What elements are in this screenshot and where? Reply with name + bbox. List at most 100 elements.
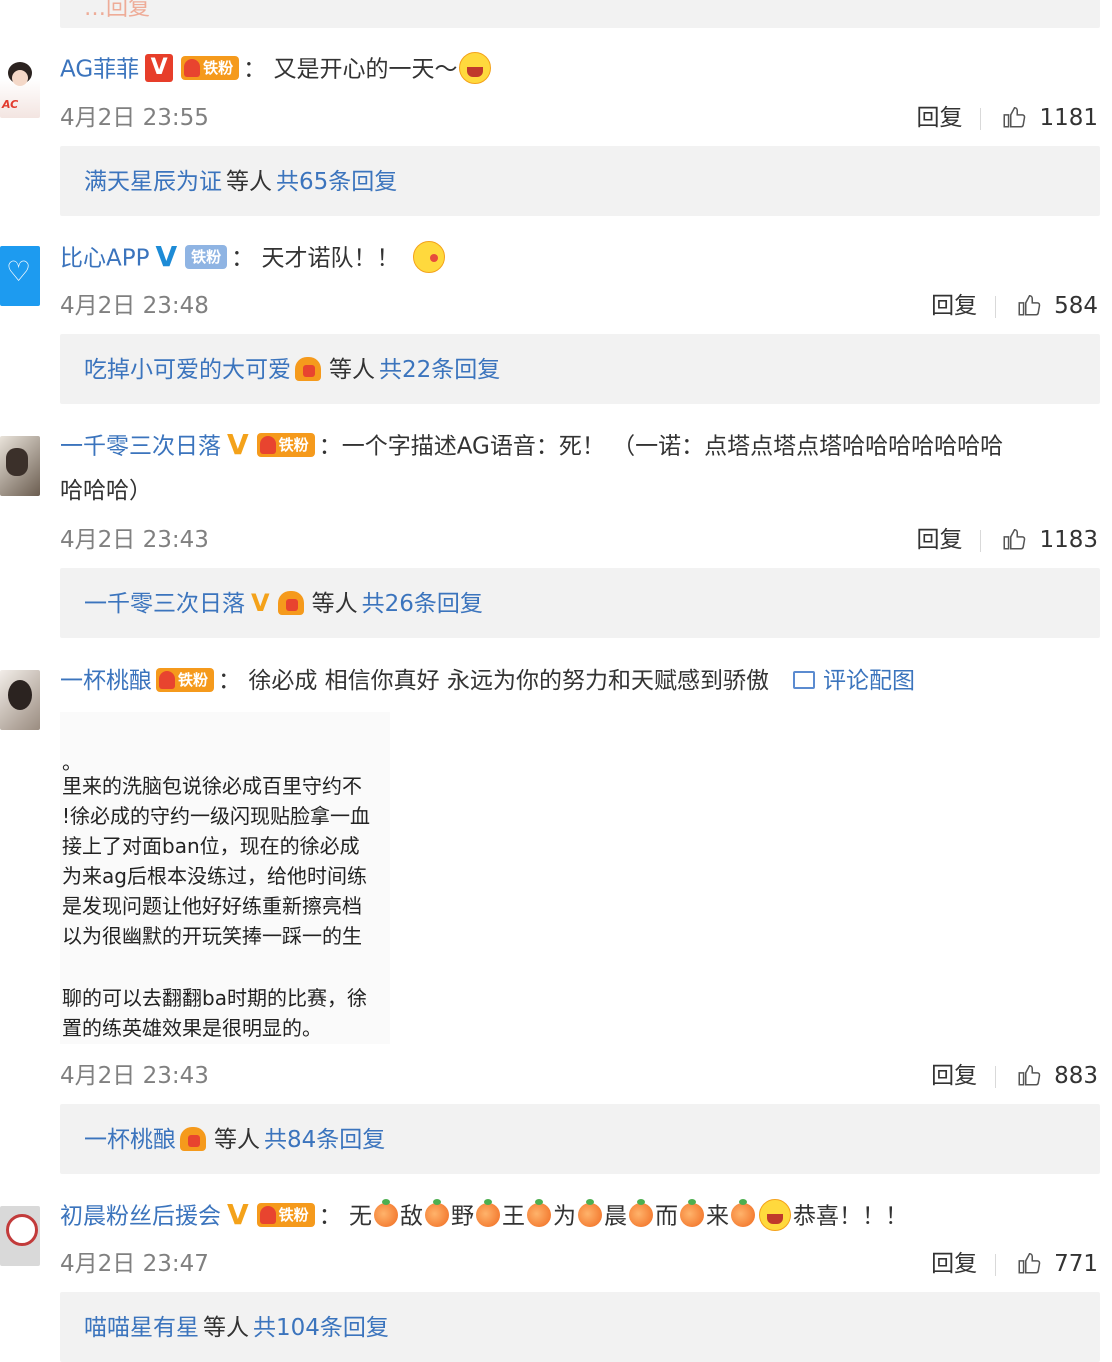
cheer-emoji-icon [459,52,492,84]
peach-emoji-icon [527,1199,551,1227]
thumbs-up-icon[interactable] [1001,526,1027,552]
image-text-line: 接上了对面ban位，现在的徐必成 [62,834,360,858]
replies-box[interactable]: 满天星辰为证 等人 共65条回复 [60,146,1100,216]
comment-line: 初晨粉丝后援会 V 铁粉： 无敌野王为晨而来恭喜！！！ [60,1198,908,1231]
image-text-line: 聊的可以去翻翻ba时期的比赛，徐 [62,986,367,1010]
reply-mid-text: 等人 [329,357,375,383]
username-link[interactable]: 一杯桃酿 [60,668,152,694]
picture-link-label: 评论配图 [822,668,915,694]
avatar[interactable]: ♡ [0,246,40,306]
comment-char: 野 [451,1203,474,1230]
reply-button[interactable]: 回复 [916,527,962,553]
avatar[interactable] [0,436,40,496]
comment-actions: 回复 1183 [916,520,1098,556]
thumbs-up-icon[interactable] [1016,292,1042,318]
peach-emoji-icon [476,1199,500,1227]
comment-char: 王 [502,1203,525,1230]
comment-actions: 回复 883 [931,1056,1098,1092]
comment-image[interactable]: 。 里来的洗脑包说徐必成百里守约不 !徐必成的守约一级闪现贴脸拿一血 接上了对面… [60,712,390,1044]
reply-button[interactable]: 回复 [931,1063,977,1089]
comment-char: 敌 [400,1203,423,1230]
comment-char: 无 [349,1203,372,1230]
peach-emoji-icon [425,1199,449,1227]
comment-line: 一千零三次日落 V 铁粉 ：一个字描述AG语音：死！ （一诺：点塔点塔点塔哈哈哈哈哈哈… [60,428,1004,461]
comment-text-tail: 恭喜！！！ [793,1203,908,1230]
fan-badge: 铁粉 [256,433,315,457]
thumbs-up-icon[interactable] [1016,1062,1042,1088]
comment-line: 比心APP V 铁粉： 天才诺队！！ [60,240,447,278]
image-text-line: 置的练英雄效果是很明显的。 [62,1016,322,1040]
comment-char: 来 [706,1203,729,1230]
reply-username[interactable]: 一千零三次日落 [84,591,245,617]
like-count: 883 [1054,1063,1098,1089]
reply-username[interactable]: 吃掉小可爱的大可爱 [84,357,291,383]
reply-mid-text: 等人 [311,591,358,617]
reply-mid-text: 等人 [203,1315,249,1341]
fan-badge: 铁粉 [185,245,228,269]
previous-replies-box[interactable]: …回复 [60,0,1100,28]
replies-box[interactable]: 一杯桃酿 等人 共84条回复 [60,1104,1100,1174]
replies-box[interactable]: 喵喵星有星 等人 共104条回复 [60,1292,1100,1362]
verified-badge: V [145,54,174,82]
comment-picture-link[interactable]: 评论配图 [792,668,915,694]
peach-emoji-icon [680,1199,704,1227]
cheer-emoji-icon [759,1199,791,1231]
peach-emoji-icon [578,1199,602,1227]
avatar[interactable] [0,670,40,730]
verified-badge: V [227,1198,249,1231]
thumbs-up-icon[interactable] [1016,1250,1042,1276]
username-link[interactable]: 一千零三次日落 [60,434,221,460]
reply-username[interactable]: 满天星辰为证 [84,169,222,195]
reply-button[interactable]: 回复 [916,105,962,131]
timestamp: 4月2日 23:43 [60,1063,209,1089]
image-text-line: 是发现问题让他好好练重新擦亮档 [62,894,362,918]
like-count: 771 [1054,1251,1098,1277]
comment-text: 一个字描述AG语音：死！ （一诺：点塔点塔点塔哈哈哈哈哈哈哈 [341,433,1004,460]
comment-text: 又是开心的一天～ [273,56,458,83]
avatar[interactable]: AC [0,58,40,118]
replies-box[interactable]: 一千零三次日落 V 等人 共26条回复 [60,568,1100,638]
previous-replies-fragment: …回复 [84,0,151,21]
picture-icon [792,670,815,689]
reply-mid-text: 等人 [214,1127,260,1153]
comment-char: 为 [553,1203,576,1230]
reply-count-link[interactable]: 共22条回复 [379,357,500,383]
fan-badge: 铁粉 [181,56,240,80]
reply-count-link[interactable]: 共84条回复 [264,1127,385,1153]
comment-actions: 回复 584 [931,286,1098,322]
timestamp: 4月2日 23:47 [60,1251,209,1277]
timestamp: 4月2日 23:48 [60,293,209,319]
comment-text-continued: 哈哈哈） [60,478,152,504]
comment-actions: 回复 1181 [916,98,1098,134]
reply-count-link[interactable]: 共65条回复 [276,169,397,195]
image-text-line: 为来ag后根本没练过，给他时间练 [62,864,367,888]
peach-emoji-icon [731,1199,755,1227]
like-count: 584 [1054,293,1098,319]
username-link[interactable]: 比心APP [60,246,149,272]
username-link[interactable]: 初晨粉丝后援会 [60,1204,221,1230]
verified-badge: V [251,588,270,617]
comment-text: 天才诺队！！ [261,245,400,272]
reply-username[interactable]: 一杯桃酿 [84,1127,176,1153]
reply-count-link[interactable]: 共104条回复 [253,1315,389,1341]
comment-line: 一杯桃酿 铁粉： 徐必成 相信你真好 永远为你的努力和天赋感到骄傲 评论配图 [60,667,915,694]
fan-badge: 铁粉 [156,667,215,692]
reply-count-link[interactable]: 共26条回复 [362,591,483,617]
fan-crown-icon [180,1126,206,1151]
username-link[interactable]: AG菲菲 [60,57,139,83]
avatar[interactable] [0,1206,40,1266]
comment-char: 晨 [604,1203,627,1230]
thumbs-up-icon[interactable] [1001,104,1027,130]
like-count: 1183 [1039,527,1098,553]
reply-mid-text: 等人 [226,169,272,195]
comment-text: 徐必成 相信你真好 永远为你的努力和天赋感到骄傲 [248,668,769,694]
timestamp: 4月2日 23:55 [60,105,209,131]
reply-username[interactable]: 喵喵星有星 [84,1315,199,1341]
reply-button[interactable]: 回复 [931,293,977,319]
image-text-line: 里来的洗脑包说徐必成百里守约不 [62,774,362,798]
fan-badge: 铁粉 [256,1203,315,1227]
peach-emoji-icon [629,1199,653,1227]
replies-box[interactable]: 吃掉小可爱的大可爱 等人 共22条回复 [60,334,1100,404]
reply-button[interactable]: 回复 [931,1251,977,1277]
timestamp: 4月2日 23:43 [60,527,209,553]
